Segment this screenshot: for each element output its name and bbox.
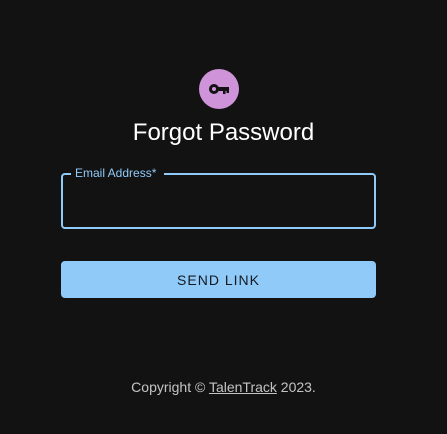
- company-link[interactable]: TalenTrack: [209, 379, 277, 395]
- email-field[interactable]: Email Address * Email Address*: [61, 166, 376, 229]
- send-link-button[interactable]: SEND LINK: [61, 261, 376, 298]
- key-icon: [208, 83, 230, 95]
- copyright-text: Copyright © TalenTrack 2023.: [131, 379, 316, 395]
- email-input[interactable]: [63, 175, 374, 227]
- forgot-password-page: Forgot Password Email Address * Email Ad…: [0, 0, 447, 434]
- avatar: [199, 69, 239, 109]
- page-title: Forgot Password: [132, 119, 315, 146]
